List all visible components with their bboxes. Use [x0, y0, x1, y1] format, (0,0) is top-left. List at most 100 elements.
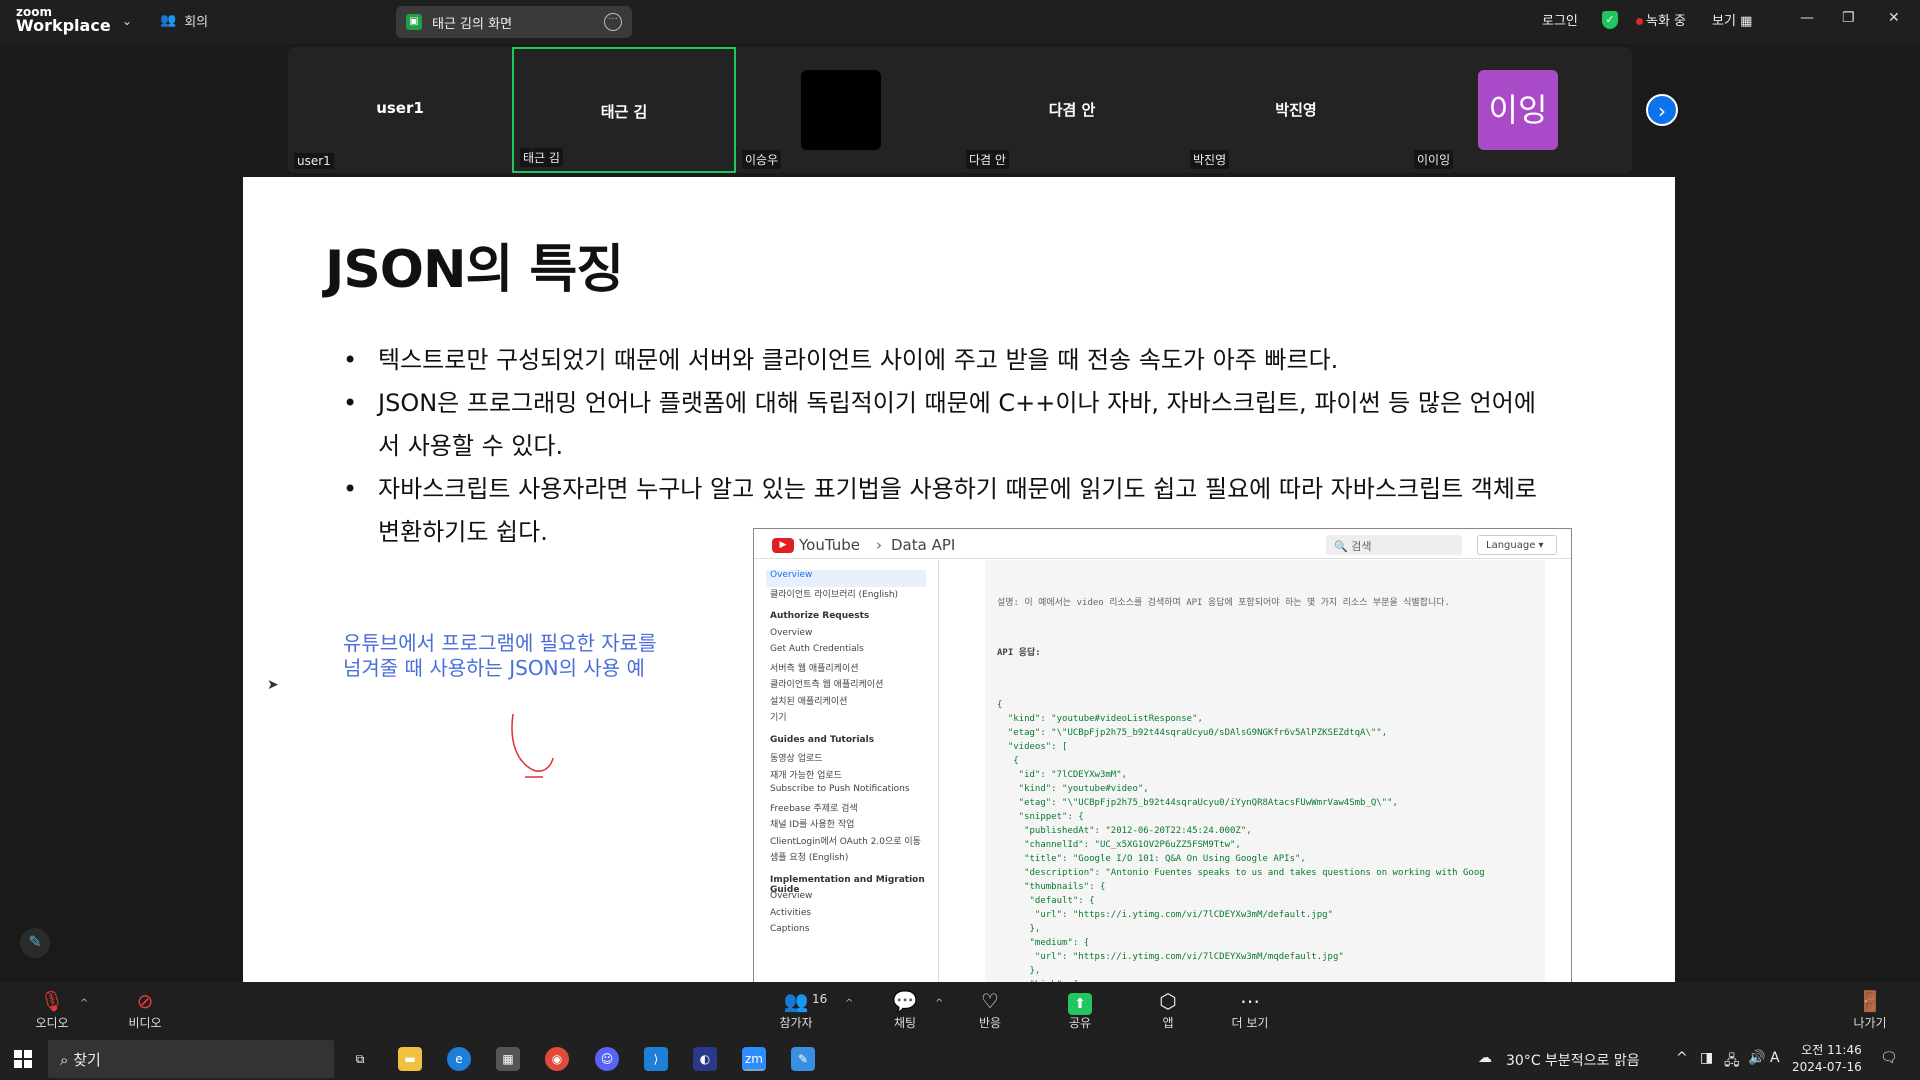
chevron-down-icon[interactable]: ⌄ [122, 14, 132, 28]
microphone-muted-icon: 🎙 [39, 989, 65, 1013]
audio-button[interactable]: 🎙 오디오 [22, 990, 82, 1031]
api-search-placeholder: 검색 [1351, 540, 1372, 553]
share-title: 태근 김의 화면 [432, 16, 513, 32]
share-label: 공유 [1068, 1016, 1092, 1030]
view-label: 보기 [1712, 14, 1736, 29]
share-button[interactable]: ⬆ 공유 [1050, 990, 1110, 1031]
chat-label: 채팅 [893, 1016, 917, 1030]
meeting-label: 회의 [184, 15, 209, 30]
participant-tile[interactable]: 이승우 [736, 47, 960, 173]
chat-icon: 💬 [892, 989, 918, 1013]
slide-title: JSON의 특징 [325, 240, 624, 300]
youtube-play-icon: ▶ [772, 538, 794, 553]
breadcrumb-chevron-icon: › [876, 536, 882, 554]
leave-button[interactable]: 🚪 나가기 [1840, 990, 1900, 1031]
participant-tile[interactable]: user1 user1 [288, 47, 512, 173]
share-arrow-icon: ⬆ [1068, 993, 1092, 1015]
record-dot-icon [1636, 18, 1643, 25]
api-search-box: 🔍 검색 [1326, 535, 1462, 555]
clock-time: 오전 11:46 [1801, 1043, 1862, 1057]
apps-button[interactable]: ⬡ 앱 [1138, 990, 1198, 1031]
chat-button[interactable]: 💬 채팅 [875, 990, 935, 1031]
meeting-button[interactable]: 👥 회의 [160, 11, 208, 30]
api-nav-item: 동영상 업로드 [770, 754, 823, 764]
api-nav-item: 채널 ID를 사용한 작업 [770, 820, 855, 830]
api-nav-item: Get Auth Credentials [770, 644, 864, 654]
volume-icon[interactable]: 🔊 [1748, 1050, 1765, 1066]
recording-indicator[interactable]: 녹화 중 [1636, 10, 1686, 29]
grid-icon: ▦ [1740, 14, 1753, 29]
view-button[interactable]: 보기 ▦ [1712, 10, 1752, 29]
windows-start-icon[interactable] [14, 1050, 32, 1068]
hand-drawn-arrow-icon [511, 713, 554, 778]
ime-indicator[interactable]: A [1770, 1050, 1780, 1066]
reactions-label: 반응 [978, 1016, 1002, 1030]
apps-icon: ⬡ [1159, 989, 1177, 1013]
discord-icon[interactable]: ☺ [595, 1047, 619, 1071]
minimize-icon[interactable]: — [1800, 10, 1814, 26]
api-nav-item: Captions [770, 924, 810, 934]
language-select: Language ▾ [1477, 535, 1557, 555]
api-nav-item: 서버측 웹 애플리케이션 [770, 663, 859, 674]
api-nav-section: Guides and Tutorials [770, 734, 875, 745]
taskbar-search[interactable]: ⌕ 찾기 [48, 1040, 334, 1078]
more-options-icon[interactable]: ··· [604, 13, 622, 31]
file-explorer-icon[interactable]: ▬ [398, 1047, 422, 1071]
taskbar-search-label: 찾기 [73, 1051, 101, 1069]
restore-icon[interactable]: ❐ [1842, 10, 1855, 26]
api-nav-item: 기기 [770, 713, 787, 723]
zoom-app-icon[interactable]: zm [742, 1047, 766, 1071]
participant-strip: user1 user1 태근 김 태근 김 이승우 다겸 안 다겸 안 박진영 … [288, 47, 1632, 173]
shared-screen-slide: JSON의 특징 텍스트로만 구성되었기 때문에 서버와 클라이언트 사이에 주… [243, 177, 1675, 982]
api-nav-item: Freebase 주제로 검색 [770, 803, 858, 814]
notification-icon[interactable]: 🗨 [1880, 1050, 1898, 1066]
vscode-icon[interactable]: ⟩ [644, 1047, 668, 1071]
close-icon[interactable]: ✕ [1888, 10, 1900, 26]
logo-line2: Workplace [16, 16, 111, 35]
participant-name-label: 다겸 안 [966, 150, 1009, 169]
api-nav-item: Overview [766, 570, 926, 587]
system-clock[interactable]: 오전 11:46 2024-07-16 [1792, 1042, 1862, 1076]
next-page-chevron-icon[interactable]: › [1646, 94, 1678, 126]
participants-caret-icon[interactable]: ^ [845, 998, 853, 1009]
api-nav-item: Overview [770, 891, 813, 901]
reactions-button[interactable]: ♡ 반응 [960, 990, 1020, 1031]
tray-chevron-icon[interactable]: ^ [1676, 1050, 1688, 1066]
slide-bullet: 텍스트로만 구성되었기 때문에 서버와 클라이언트 사이에 주고 받을 때 전송… [343, 339, 1543, 382]
screen-share-indicator[interactable]: ▣ 태근 김의 화면 ··· [396, 6, 632, 38]
participant-name-label: 박진영 [1190, 150, 1230, 169]
eclipse-icon[interactable]: ◐ [693, 1047, 717, 1071]
encryption-shield-icon[interactable]: ✓ [1602, 11, 1618, 29]
chat-caret-icon[interactable]: ^ [935, 998, 943, 1009]
zoom-workplace-logo[interactable]: zoom Workplace [16, 6, 111, 34]
audio-options-caret-icon[interactable]: ^ [80, 998, 88, 1009]
network-icon[interactable]: 🖧 [1724, 1050, 1740, 1074]
more-dots-icon: ⋯ [1240, 989, 1260, 1013]
api-response-label: API 응답: [997, 648, 1041, 658]
task-view-icon[interactable]: ⧉ [348, 1047, 372, 1071]
more-button[interactable]: ⋯ 더 보기 [1220, 990, 1280, 1031]
paint-app-icon[interactable]: ✎ [791, 1047, 815, 1071]
participant-tile[interactable]: 이잉 이이잉 [1408, 47, 1632, 173]
search-icon: ⌕ [60, 1051, 69, 1069]
store-icon[interactable]: ▦ [496, 1047, 520, 1071]
participant-tile[interactable]: 박진영 박진영 [1184, 47, 1408, 173]
api-description: 설명: 이 예에서는 video 리소스를 검색하며 API 응답에 포함되어야… [997, 598, 1450, 608]
api-header: ▶ YouTube › Data API 🔍 검색 Language ▾ [754, 529, 1571, 559]
audio-label: 오디오 [35, 1016, 69, 1030]
weather-icon[interactable]: ☁ [1478, 1050, 1492, 1066]
avatar: 이잉 [1478, 70, 1558, 150]
weather-text[interactable]: 30°C 부분적으로 맑음 [1506, 1050, 1640, 1070]
chrome-icon[interactable]: ◉ [545, 1047, 569, 1071]
api-nav-section: Authorize Requests [770, 611, 870, 621]
camera-tray-icon[interactable]: ◨ [1700, 1050, 1713, 1066]
video-button[interactable]: ⊘ 비디오 [115, 990, 175, 1031]
edge-browser-icon[interactable]: e [447, 1047, 471, 1071]
api-nav-item: 클라이언트측 웹 애플리케이션 [770, 680, 884, 690]
annotate-pen-icon[interactable]: ✎ [20, 928, 50, 958]
participant-tile-active-speaker[interactable]: 태근 김 태근 김 [512, 47, 736, 173]
api-section: Data API [891, 536, 956, 554]
login-button[interactable]: 로그인 [1542, 10, 1578, 29]
participant-tile[interactable]: 다겸 안 다겸 안 [960, 47, 1184, 173]
participant-count: 16 [812, 992, 828, 1006]
